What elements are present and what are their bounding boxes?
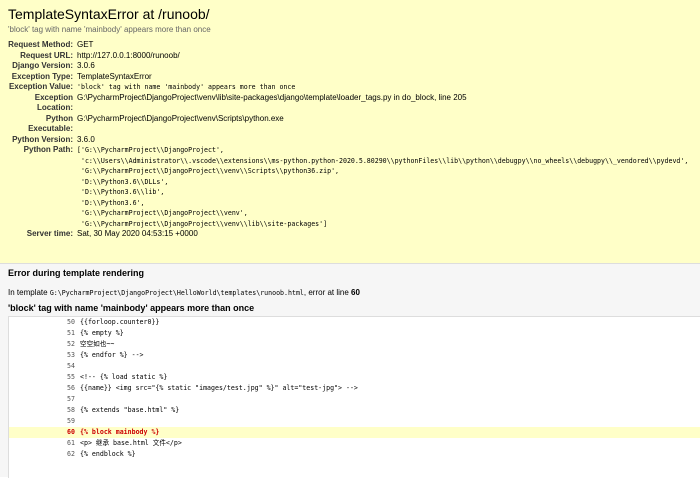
line-number: 50 (67, 318, 75, 326)
row-value: 'block' tag with name 'mainbody' appears… (77, 83, 296, 91)
row-value: TemplateSyntaxError (77, 71, 152, 81)
line-code: <p> 继承 base.html 文件</p> (80, 439, 182, 447)
line-code: {% extends "base.html" %} (80, 406, 180, 414)
line-code: {% endblock %} (80, 450, 136, 458)
row-label: Django Version: (12, 61, 73, 70)
source-line: 51 {% empty %} (9, 328, 700, 339)
row-value: 3.6.0 (77, 134, 95, 144)
line-code: <!-- {% load static %} (80, 373, 168, 381)
source-line-error: 60 {% block mainbody %} (9, 427, 700, 438)
line-code (80, 416, 700, 427)
request-info-table: Request Method: GET Request URL: http://… (0, 40, 700, 240)
source-table: 50 {{forloop.counter0}} 51 {% empty %} 52 空… (9, 317, 700, 460)
error-line-number: 60 (351, 288, 360, 297)
error-summary: TemplateSyntaxError at /runoob/ 'block' … (0, 0, 700, 264)
line-code: {{forloop.counter0}} (80, 318, 160, 326)
request-url-row: Request URL: http://127.0.0.1:8000/runoo… (0, 51, 700, 62)
row-value: ['G:\\PycharmProject\\DjangoProject', 'c… (77, 146, 689, 228)
source-line: 58 {% extends "base.html" %} (9, 405, 700, 416)
line-code (80, 394, 700, 405)
source-line: 52 空空如也~~ (9, 339, 700, 350)
line-number: 55 (67, 373, 75, 381)
row-value: G:\PycharmProject\DjangoProject\venv\Scr… (77, 113, 284, 123)
source-line: 57 (9, 394, 700, 405)
source-line: 50 {{forloop.counter0}} (9, 317, 700, 328)
line-number: 62 (67, 450, 75, 458)
source-line: 62 {% endblock %} (9, 449, 700, 460)
exception-value-row: Exception Value: 'block' tag with name '… (0, 82, 700, 93)
template-source: 50 {{forloop.counter0}} 51 {% empty %} 52 空… (8, 316, 700, 478)
line-number: 60 (67, 428, 75, 436)
source-line: 53 {% endfor %} --> (9, 350, 700, 361)
row-value: 3.0.6 (77, 61, 95, 70)
row-value: Sat, 30 May 2020 04:53:15 +0000 (77, 229, 198, 238)
line-code: 空空如也~~ (80, 340, 115, 348)
template-error-heading: Error during template rendering (8, 268, 145, 278)
exception-location-row: Exception Location: G:\PycharmProject\Dj… (0, 93, 700, 114)
server-time-row: Server time: Sat, 30 May 2020 04:53:15 +… (0, 229, 700, 240)
line-number: 51 (67, 329, 75, 337)
row-label: Server time: (26, 229, 73, 238)
line-number: 59 (67, 417, 75, 425)
row-label: Python Path: (23, 145, 73, 154)
row-label: Request URL: (20, 50, 73, 60)
line-code: {{name}} <img src="{% static "images/tes… (80, 384, 358, 392)
row-label: Request Method: (8, 40, 73, 49)
line-number: 57 (67, 395, 75, 403)
row-label: Exception Type: (11, 71, 73, 81)
row-label: Exception Value: (8, 82, 73, 91)
row-value: G:\PycharmProject\DjangoProject\venv\lib… (77, 92, 467, 102)
row-label: Exception Location: (34, 92, 73, 113)
source-line: 61 <p> 继承 base.html 文件</p> (9, 438, 700, 449)
source-line: 55 <!-- {% load static %} (9, 372, 700, 383)
row-value: http://127.0.0.1:8000/runoob/ (77, 50, 180, 60)
template-error-section: Error during template rendering In templ… (0, 264, 700, 478)
line-number: 52 (67, 340, 75, 348)
row-value: GET (77, 40, 94, 49)
line-code (80, 361, 700, 372)
source-line: 59 (9, 416, 700, 427)
row-label: Python Version: (12, 134, 73, 144)
template-path: G:\PycharmProject\DjangoProject\HelloWor… (49, 289, 304, 297)
row-label: Python Executable: (28, 113, 73, 134)
python-version-row: Python Version: 3.6.0 (0, 135, 700, 146)
line-number: 61 (67, 439, 75, 447)
line-code: {% endfor %} --> (80, 351, 144, 359)
line-number: 58 (67, 406, 75, 414)
location-prefix: In template (8, 288, 50, 297)
location-mid: , error at line (303, 288, 352, 297)
line-code: {% block mainbody %} (80, 428, 160, 436)
line-number: 54 (67, 362, 75, 370)
line-number: 56 (67, 384, 75, 392)
page-title: TemplateSyntaxError at /runoob/ (8, 6, 210, 22)
exception-subtitle: 'block' tag with name 'mainbody' appears… (8, 25, 211, 34)
line-code: {% empty %} (80, 329, 124, 337)
python-path-row: Python Path: ['G:\\PycharmProject\\Djang… (0, 145, 700, 229)
template-error-subheading: 'block' tag with name 'mainbody' appears… (8, 303, 255, 313)
exception-type-row: Exception Type: TemplateSyntaxError (0, 72, 700, 83)
python-executable-row: Python Executable: G:\PycharmProject\Dja… (0, 114, 700, 135)
source-line: 56 {{name}} <img src="{% static "images/t… (9, 383, 700, 394)
django-version-row: Django Version: 3.0.6 (0, 61, 700, 72)
source-line: 54 (9, 361, 700, 372)
line-number: 53 (67, 351, 75, 359)
template-error-location: In template G:\PycharmProject\DjangoProj… (8, 288, 360, 297)
request-method-row: Request Method: GET (0, 40, 700, 51)
